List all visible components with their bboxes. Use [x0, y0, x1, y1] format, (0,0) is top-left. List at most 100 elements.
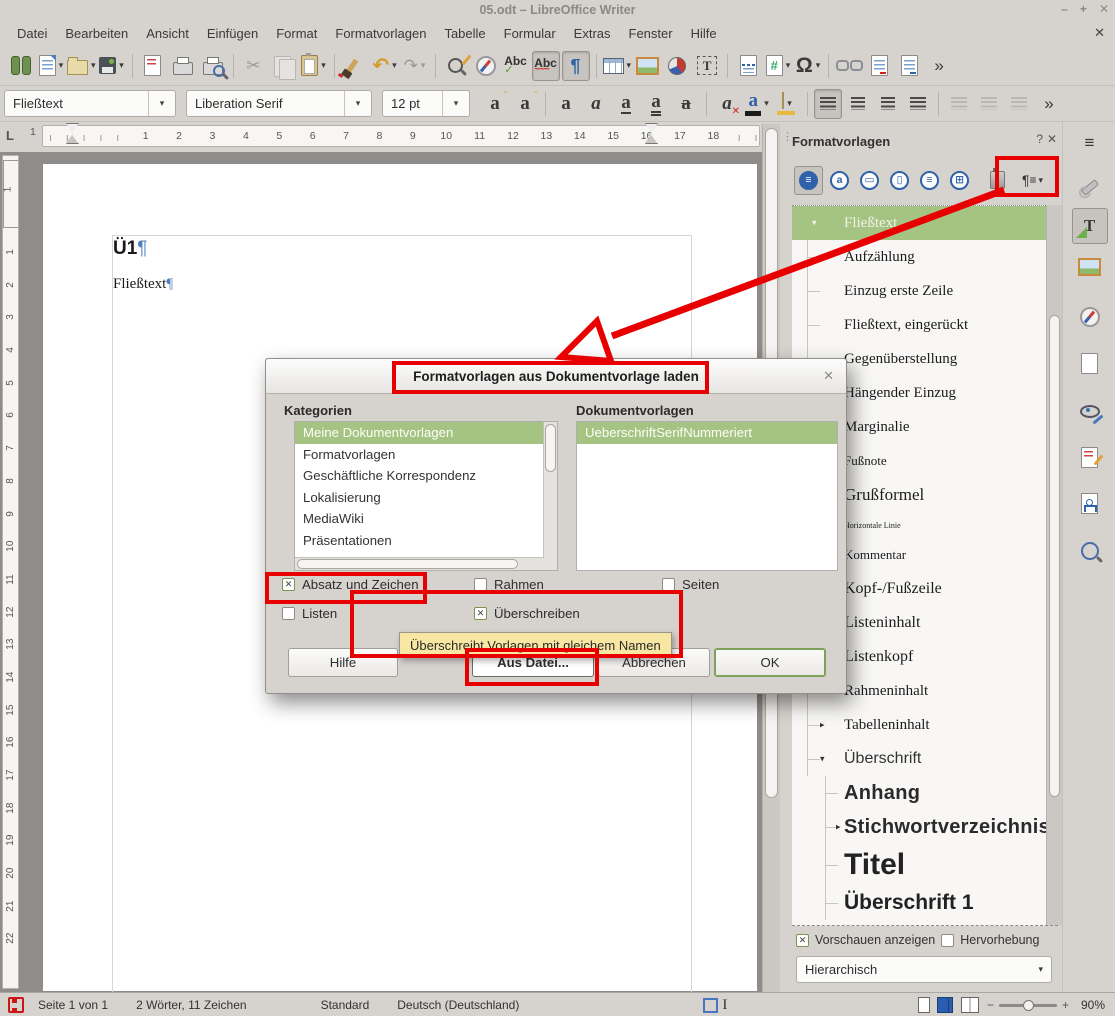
menu-item[interactable]: Ansicht: [137, 22, 198, 45]
listbox-scrollbar[interactable]: [543, 422, 557, 570]
categories-listbox[interactable]: Meine DokumentvorlagenFormatvorlagenGesc…: [294, 421, 558, 571]
combo-dropdown-icon[interactable]: ▾: [442, 91, 469, 116]
insert-footnote-button[interactable]: [865, 51, 893, 81]
menu-item[interactable]: Formular: [495, 22, 565, 45]
zoom-slider[interactable]: − +: [987, 998, 1069, 1012]
insert-chart-button[interactable]: [663, 51, 691, 81]
zoom-slider-thumb[interactable]: [1023, 1000, 1034, 1011]
insert-table-button[interactable]: ▾: [603, 51, 632, 81]
insert-field-button[interactable]: #▾: [764, 51, 792, 81]
zoom-in-icon[interactable]: +: [1062, 998, 1069, 1012]
style-actions-button[interactable]: ¶ ≡ ▾: [1018, 169, 1047, 191]
paste-button[interactable]: ▾: [300, 51, 328, 81]
style-item[interactable]: ▾ Fließtext: [792, 206, 1046, 240]
category-list-item[interactable]: MediaWiki: [295, 508, 544, 530]
category-list-item[interactable]: Formatvorlagen: [295, 444, 544, 466]
clone-formatting-button[interactable]: [341, 51, 369, 81]
zoom-level[interactable]: 90%: [1081, 998, 1105, 1012]
close-window-button[interactable]: ✕: [1099, 2, 1109, 16]
expander-icon[interactable]: ▸: [820, 720, 825, 731]
menu-item[interactable]: Extras: [565, 22, 620, 45]
pages-checkbox[interactable]: ✕: [662, 578, 675, 591]
character-styles-toggle[interactable]: a: [826, 167, 853, 194]
category-list-item[interactable]: Meine Dokumentvorlagen: [295, 422, 544, 444]
expander-icon[interactable]: ▸: [836, 822, 841, 833]
paragraph-char-checkbox[interactable]: ✕: [282, 578, 295, 591]
underline-button[interactable]: a: [612, 89, 640, 119]
menu-item[interactable]: Fenster: [620, 22, 682, 45]
style-item[interactable]: Titel: [792, 844, 1046, 886]
export-pdf-button[interactable]: [139, 51, 167, 81]
category-list-item[interactable]: Geschäftliche Korrespondenz: [295, 465, 544, 487]
status-page-count[interactable]: Seite 1 von 1: [38, 998, 108, 1012]
indent-marker[interactable]: [645, 123, 657, 143]
indent-marker[interactable]: [66, 123, 78, 143]
sidebar-close-button[interactable]: ✕: [1047, 132, 1057, 146]
maximize-button[interactable]: +: [1080, 2, 1087, 16]
scrollbar-thumb[interactable]: [297, 559, 518, 569]
overwrite-checkbox[interactable]: ✕: [474, 607, 487, 620]
style-filter-dropdown[interactable]: Hierarchisch ▾: [796, 956, 1052, 983]
menu-item[interactable]: Einfügen: [198, 22, 267, 45]
status-word-count[interactable]: 2 Wörter, 11 Zeichen: [136, 998, 247, 1012]
find-replace-button[interactable]: [442, 51, 470, 81]
italic-button[interactable]: a: [582, 89, 610, 119]
table-styles-toggle[interactable]: ⊞: [946, 167, 973, 194]
unsaved-changes-icon[interactable]: [8, 997, 24, 1013]
tab-accessibility-check[interactable]: [1073, 486, 1107, 520]
document-body-text[interactable]: Fließtext¶: [113, 276, 173, 293]
listbox-hscrollbar[interactable]: [295, 557, 544, 570]
justify-button[interactable]: [904, 89, 932, 119]
menu-item[interactable]: Formatvorlagen: [326, 22, 435, 45]
menu-item[interactable]: Datei: [8, 22, 56, 45]
templates-listbox[interactable]: UeberschriftSerifNummeriert: [576, 421, 838, 571]
align-center-button[interactable]: [844, 89, 872, 119]
style-item[interactable]: ▾ Überschrift: [792, 742, 1046, 776]
align-left-button[interactable]: [814, 89, 842, 119]
insert-image-button[interactable]: [633, 51, 661, 81]
dialog-titlebar[interactable]: Formatvorlagen aus Dokumentvorlage laden…: [266, 359, 846, 394]
single-page-view-icon[interactable]: [918, 997, 930, 1013]
expander-icon[interactable]: ▸: [820, 252, 825, 263]
style-item[interactable]: ▸ Tabelleninhalt: [792, 708, 1046, 742]
status-language[interactable]: Deutsch (Deutschland): [397, 998, 519, 1012]
lists-checkbox[interactable]: ✕: [282, 607, 295, 620]
tab-style-inspector[interactable]: [1073, 394, 1107, 428]
status-page-style[interactable]: Standard: [321, 998, 370, 1012]
style-item[interactable]: Einzug erste Zeile: [792, 274, 1046, 308]
style-item[interactable]: Anhang: [792, 776, 1046, 810]
formatting-marks-toggle[interactable]: ¶: [562, 51, 590, 81]
style-item[interactable]: ▸ Aufzählung: [792, 240, 1046, 274]
new-document-button[interactable]: ▾: [37, 51, 65, 81]
print-button[interactable]: [169, 51, 197, 81]
dialog-close-button[interactable]: ✕: [823, 368, 834, 384]
paragraph-style-combo[interactable]: Fließtext ▾: [4, 90, 176, 117]
double-underline-button[interactable]: a: [642, 89, 670, 119]
menu-item[interactable]: Bearbeiten: [56, 22, 137, 45]
sidebar-help-button[interactable]: ?: [1036, 132, 1043, 146]
styles-list-scrollbar[interactable]: [1046, 205, 1062, 925]
close-document-button[interactable]: ✕: [1094, 25, 1105, 41]
selection-mode-icon[interactable]: I: [703, 997, 727, 1014]
find-toolbar-icon[interactable]: [7, 51, 35, 81]
insert-hyperlink-button[interactable]: [835, 51, 863, 81]
show-previews-checkbox[interactable]: ✕: [796, 934, 809, 947]
spelling-button[interactable]: Abc✓: [502, 51, 530, 81]
menu-item[interactable]: Format: [267, 22, 326, 45]
open-button[interactable]: ▾: [67, 51, 96, 81]
ok-button[interactable]: OK: [714, 648, 826, 677]
insert-page-break-button[interactable]: [734, 51, 762, 81]
sidebar-settings-button[interactable]: [1073, 170, 1107, 204]
tab-navigator[interactable]: [1073, 300, 1107, 334]
paragraph-styles-toggle[interactable]: ≡: [794, 166, 823, 195]
special-character-button[interactable]: Ω▾: [794, 51, 822, 81]
tab-stop-selector[interactable]: L: [6, 128, 14, 143]
tab-styles[interactable]: T: [1072, 208, 1108, 244]
scrollbar-thumb[interactable]: [545, 424, 556, 472]
strikethrough-button[interactable]: a: [672, 89, 700, 119]
frame-styles-toggle[interactable]: ▭: [856, 167, 883, 194]
font-name-combo[interactable]: Liberation Serif ▾: [186, 90, 372, 117]
style-item[interactable]: ▸ Stichwortverzeichnis: [792, 810, 1046, 844]
font-size-combo[interactable]: 12 pt ▾: [382, 90, 470, 117]
sidebar-menu-button[interactable]: ≡: [1073, 126, 1107, 160]
